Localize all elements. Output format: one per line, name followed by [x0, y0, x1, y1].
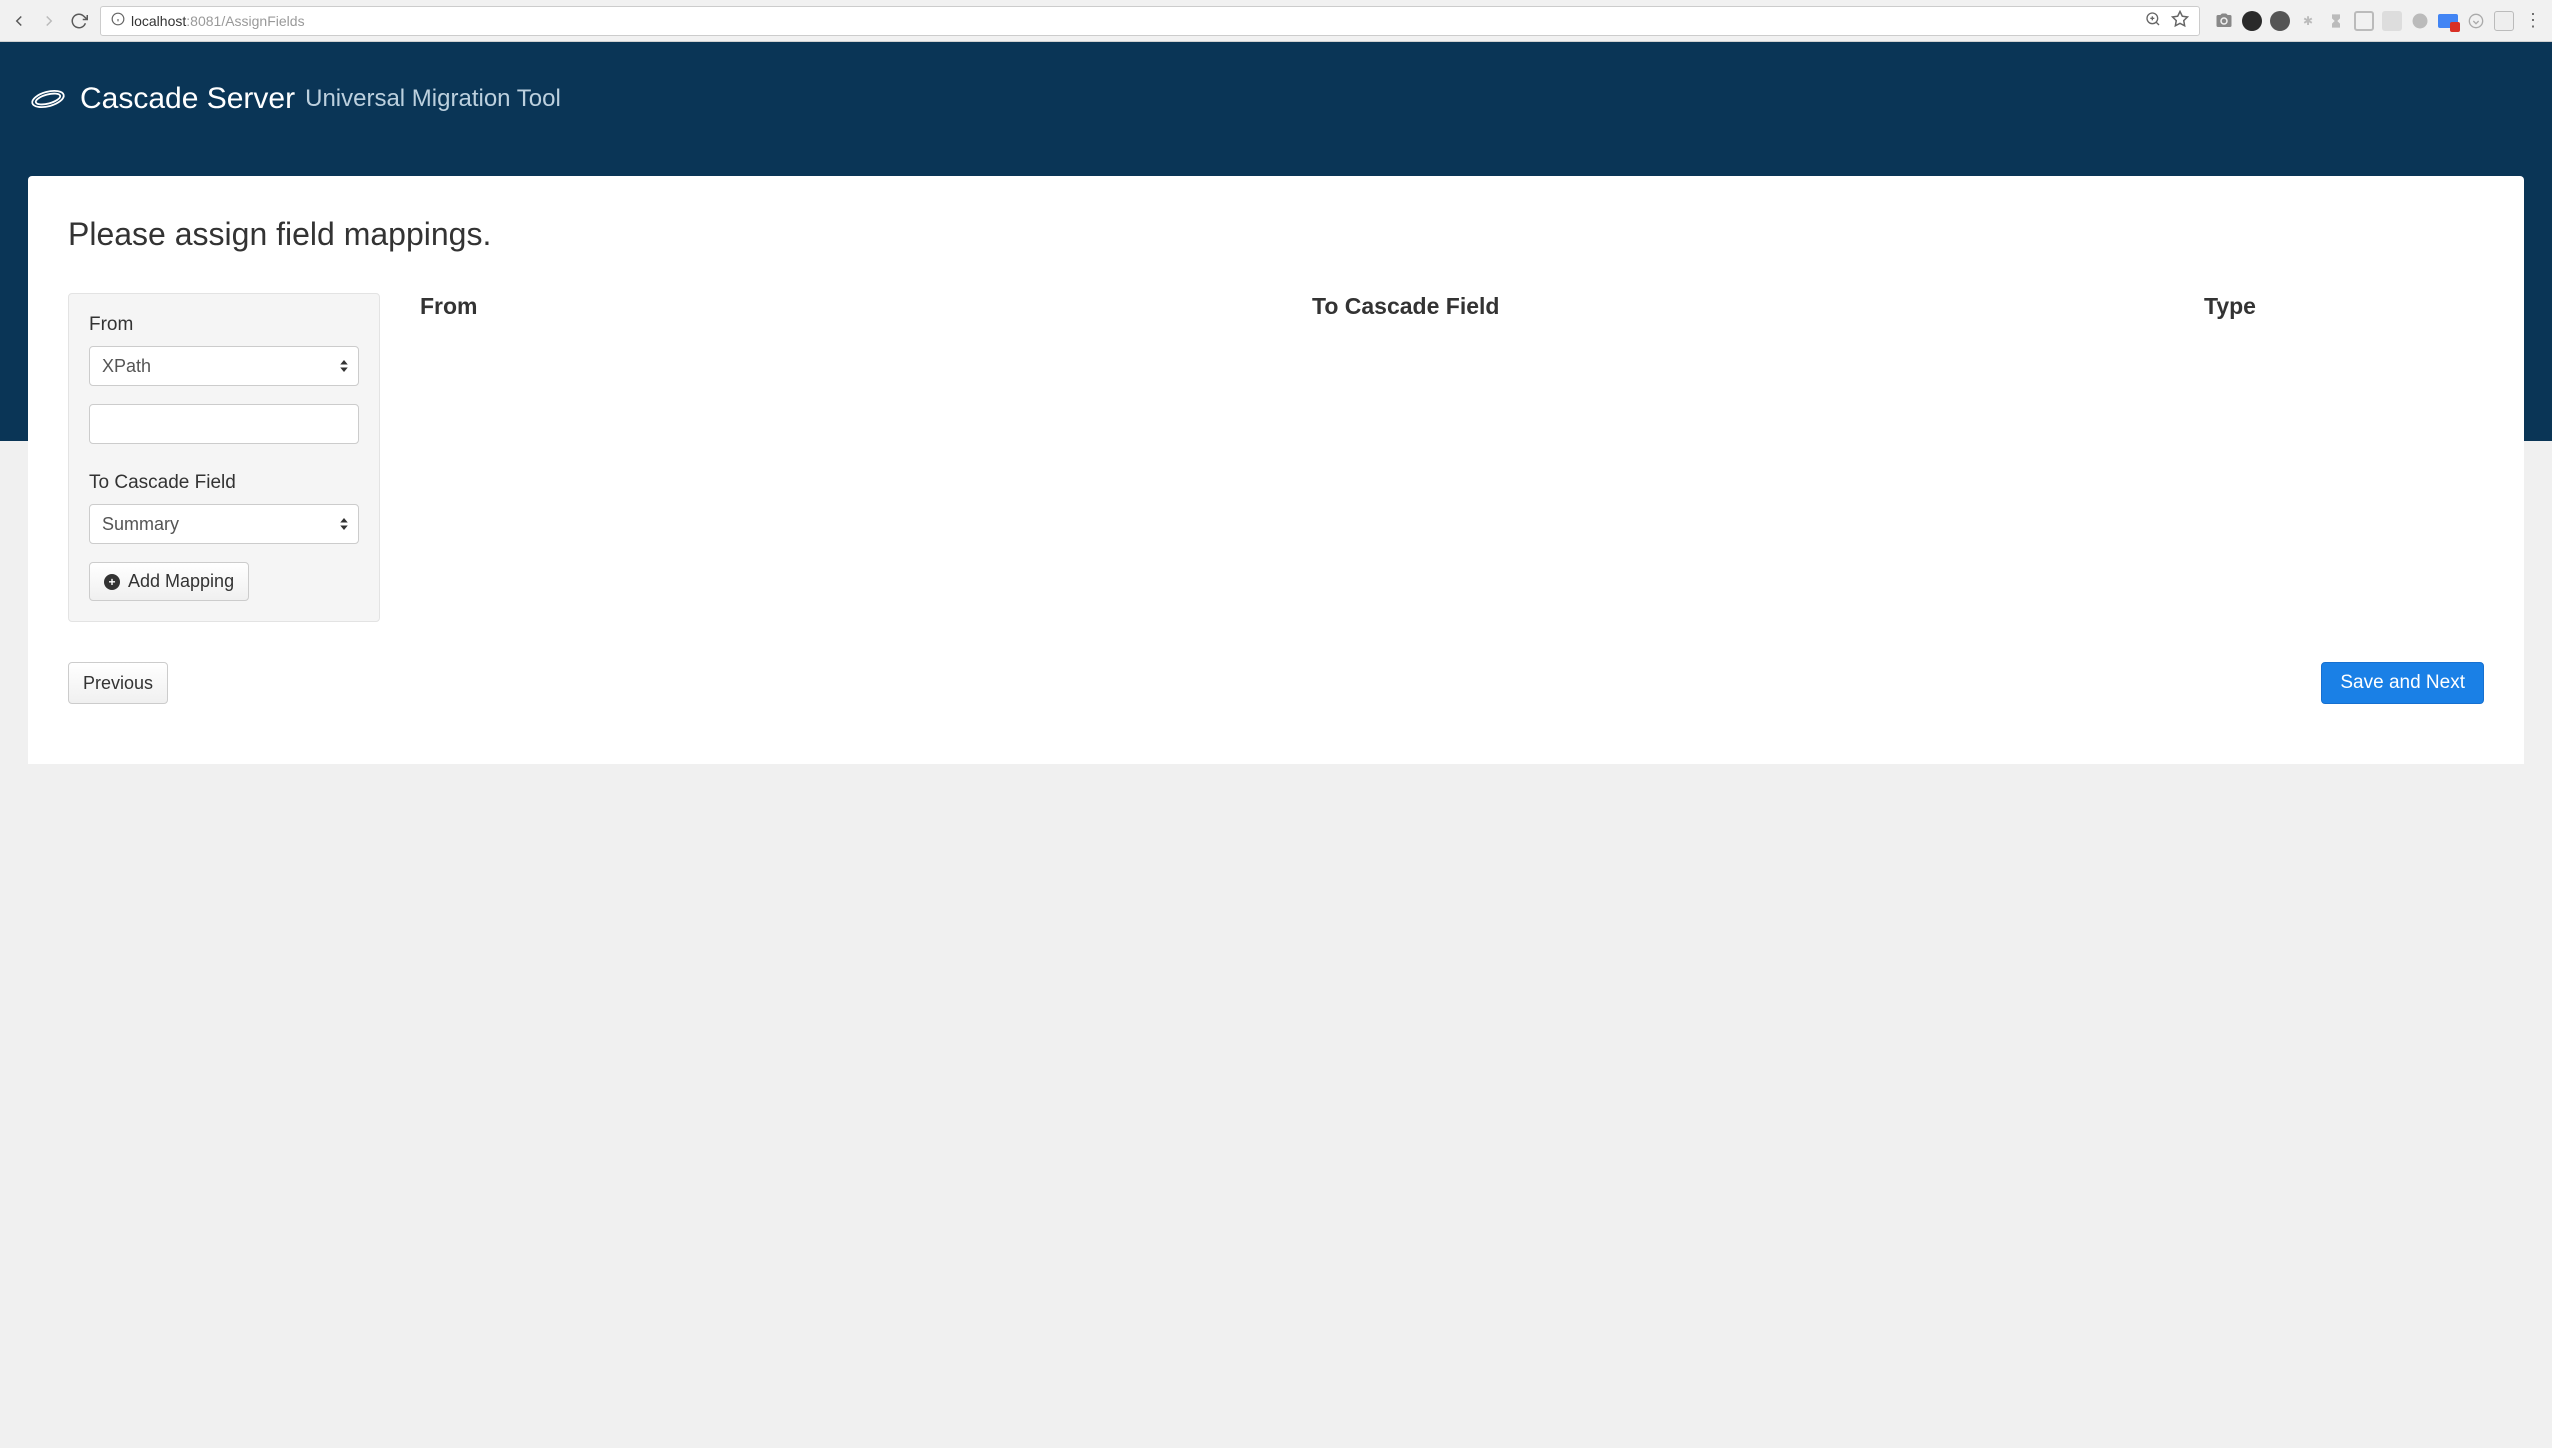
- forward-button[interactable]: [40, 12, 58, 30]
- from-type-select[interactable]: XPath: [89, 346, 359, 386]
- extension-icon-8[interactable]: [2438, 14, 2458, 28]
- extension-icon-3[interactable]: ✱: [2298, 11, 2318, 31]
- from-label: From: [89, 314, 359, 336]
- extension-icon-9[interactable]: [2466, 11, 2486, 31]
- th-from: From: [420, 293, 1312, 320]
- extension-icon-4[interactable]: [2326, 11, 2346, 31]
- table-header-row: From To Cascade Field Type: [420, 293, 2484, 328]
- cascade-logo-icon: [30, 84, 66, 114]
- previous-button[interactable]: Previous: [68, 662, 168, 704]
- th-type: Type: [2204, 293, 2484, 320]
- app-header: Cascade Server Universal Migration Tool: [0, 42, 2552, 116]
- extension-icon-7[interactable]: [2410, 11, 2430, 31]
- app-brand: Cascade Server: [80, 82, 295, 116]
- url-display: localhost:8081/AssignFields: [131, 13, 305, 29]
- extension-icon-2[interactable]: [2270, 11, 2290, 31]
- mapping-form-panel: From XPath To Cascade Field Summary + Ad…: [68, 293, 380, 622]
- footer-actions: Previous Save and Next: [68, 662, 2484, 704]
- camera-icon[interactable]: [2214, 11, 2234, 31]
- to-field-select[interactable]: Summary: [89, 504, 359, 544]
- reload-button[interactable]: [70, 12, 88, 30]
- back-button[interactable]: [10, 12, 28, 30]
- from-value-input[interactable]: [89, 404, 359, 444]
- extension-icons: ✱: [2214, 11, 2514, 31]
- add-mapping-button[interactable]: + Add Mapping: [89, 562, 249, 601]
- browser-toolbar: localhost:8081/AssignFields ✱: [0, 0, 2552, 42]
- site-info-icon[interactable]: [111, 12, 125, 29]
- page-title: Please assign field mappings.: [68, 216, 2484, 253]
- browser-menu-button[interactable]: ⋮: [2524, 10, 2542, 31]
- mappings-table: From To Cascade Field Type: [420, 293, 2484, 622]
- extension-icon-5[interactable]: [2354, 11, 2374, 31]
- to-label: To Cascade Field: [89, 472, 359, 494]
- save-and-next-button[interactable]: Save and Next: [2321, 662, 2484, 704]
- zoom-icon[interactable]: [2145, 11, 2161, 30]
- plus-icon: +: [104, 574, 120, 590]
- address-bar[interactable]: localhost:8081/AssignFields: [100, 6, 2200, 36]
- bookmark-star-icon[interactable]: [2171, 10, 2189, 31]
- extension-icon-1[interactable]: [2242, 11, 2262, 31]
- extension-icon-10[interactable]: [2494, 11, 2514, 31]
- extension-icon-6[interactable]: [2382, 11, 2402, 31]
- th-to: To Cascade Field: [1312, 293, 2204, 320]
- app-subtitle: Universal Migration Tool: [305, 85, 561, 113]
- main-content: Please assign field mappings. From XPath…: [28, 176, 2524, 764]
